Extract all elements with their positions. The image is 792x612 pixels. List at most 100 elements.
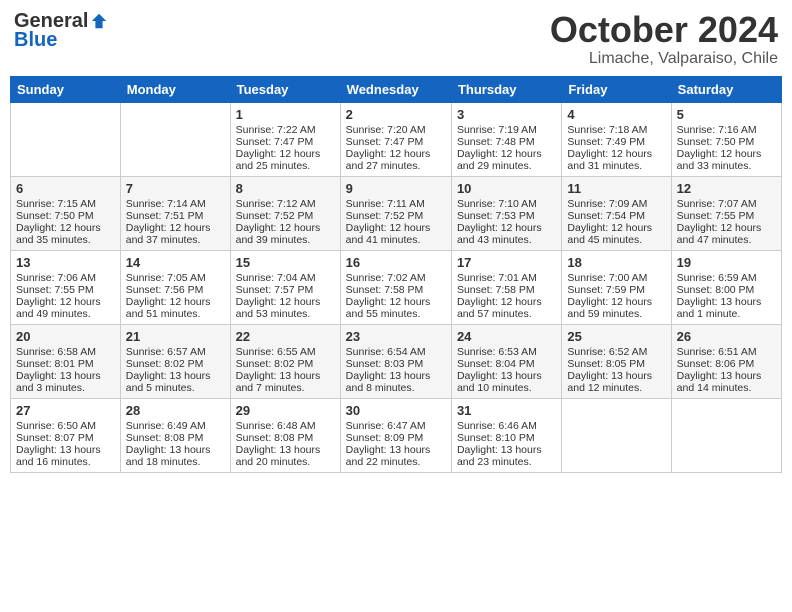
calendar-cell [11,102,121,176]
sunrise-text: Sunrise: 6:58 AM [16,346,96,358]
day-number: 2 [346,107,446,122]
daylight-text: Daylight: 13 hours and 8 minutes. [346,370,431,394]
daylight-text: Daylight: 12 hours and 57 minutes. [457,296,542,320]
sunrise-text: Sunrise: 7:22 AM [236,124,316,136]
calendar-cell: 22Sunrise: 6:55 AMSunset: 8:02 PMDayligh… [230,324,340,398]
sunset-text: Sunset: 8:10 PM [457,432,535,444]
daylight-text: Daylight: 13 hours and 1 minute. [677,296,762,320]
day-number: 21 [126,329,225,344]
calendar-cell: 28Sunrise: 6:49 AMSunset: 8:08 PMDayligh… [120,398,230,472]
day-number: 31 [457,403,556,418]
daylight-text: Daylight: 13 hours and 7 minutes. [236,370,321,394]
sunrise-text: Sunrise: 6:46 AM [457,420,537,432]
sunrise-text: Sunrise: 7:09 AM [567,198,647,210]
day-number: 8 [236,181,335,196]
calendar-cell: 31Sunrise: 6:46 AMSunset: 8:10 PMDayligh… [451,398,561,472]
calendar-header-friday: Friday [562,76,671,102]
sunset-text: Sunset: 7:58 PM [457,284,535,296]
calendar-cell: 12Sunrise: 7:07 AMSunset: 7:55 PMDayligh… [671,176,781,250]
day-number: 22 [236,329,335,344]
sunset-text: Sunset: 8:05 PM [567,358,645,370]
day-number: 29 [236,403,335,418]
sunset-text: Sunset: 7:55 PM [16,284,94,296]
calendar-cell [562,398,671,472]
sunrise-text: Sunrise: 6:57 AM [126,346,206,358]
sunrise-text: Sunrise: 7:19 AM [457,124,537,136]
calendar-header-saturday: Saturday [671,76,781,102]
day-number: 23 [346,329,446,344]
sunset-text: Sunset: 7:47 PM [346,136,424,148]
logo-blue-text: Blue [14,29,57,52]
calendar-week-row: 1 Sunrise: 7:22 AM Sunset: 7:47 PM Daylight… [11,102,782,176]
calendar-cell [120,102,230,176]
sunset-text: Sunset: 8:06 PM [677,358,755,370]
day-number: 13 [16,255,115,270]
calendar-cell: 10Sunrise: 7:10 AMSunset: 7:53 PMDayligh… [451,176,561,250]
calendar-header-tuesday: Tuesday [230,76,340,102]
calendar-cell: 14Sunrise: 7:05 AMSunset: 7:56 PMDayligh… [120,250,230,324]
day-number: 17 [457,255,556,270]
calendar-header-wednesday: Wednesday [340,76,451,102]
sunset-text: Sunset: 7:58 PM [346,284,424,296]
sunset-text: Sunset: 8:03 PM [346,358,424,370]
day-number: 1 [236,107,335,122]
daylight-text: Daylight: 12 hours and 25 minutes. [236,148,321,172]
calendar-week-row: 20 Sunrise: 6:58 AMSunset: 8:01 PM Dayligh… [11,324,782,398]
sunrise-text: Sunrise: 7:16 AM [677,124,757,136]
subtitle: Limache, Valparaiso, Chile [550,50,778,68]
daylight-text: Daylight: 12 hours and 41 minutes. [346,222,431,246]
calendar-cell: 3Sunrise: 7:19 AMSunset: 7:48 PMDaylight… [451,102,561,176]
calendar-table: SundayMondayTuesdayWednesdayThursdayFrid… [10,76,782,473]
sunrise-text: Sunrise: 7:10 AM [457,198,537,210]
sunset-text: Sunset: 7:50 PM [16,210,94,222]
sunset-text: Sunset: 7:57 PM [236,284,314,296]
sunset-text: Sunset: 7:52 PM [346,210,424,222]
sunrise-text: Sunrise: 6:47 AM [346,420,426,432]
calendar-cell: 11Sunrise: 7:09 AMSunset: 7:54 PMDayligh… [562,176,671,250]
daylight-text: Daylight: 12 hours and 29 minutes. [457,148,542,172]
day-number: 18 [567,255,665,270]
sunset-text: Sunset: 8:02 PM [236,358,314,370]
calendar-cell: 25Sunrise: 6:52 AMSunset: 8:05 PMDayligh… [562,324,671,398]
daylight-text: Daylight: 12 hours and 35 minutes. [16,222,101,246]
sunset-text: Sunset: 8:09 PM [346,432,424,444]
sunrise-text: Sunrise: 6:48 AM [236,420,316,432]
logo-icon [90,12,108,30]
calendar-cell: 26Sunrise: 6:51 AMSunset: 8:06 PMDayligh… [671,324,781,398]
day-number: 12 [677,181,776,196]
sunset-text: Sunset: 8:00 PM [677,284,755,296]
day-number: 14 [126,255,225,270]
sunset-text: Sunset: 7:48 PM [457,136,535,148]
sunrise-text: Sunrise: 7:12 AM [236,198,316,210]
daylight-text: Daylight: 13 hours and 22 minutes. [346,444,431,468]
calendar-week-row: 27Sunrise: 6:50 AMSunset: 8:07 PMDayligh… [11,398,782,472]
sunset-text: Sunset: 8:04 PM [457,358,535,370]
sunrise-text: Sunrise: 7:20 AM [346,124,426,136]
day-number: 7 [126,181,225,196]
daylight-text: Daylight: 12 hours and 33 minutes. [677,148,762,172]
calendar-cell: 30Sunrise: 6:47 AMSunset: 8:09 PMDayligh… [340,398,451,472]
calendar-cell: 16Sunrise: 7:02 AMSunset: 7:58 PMDayligh… [340,250,451,324]
day-number: 20 [16,329,115,344]
calendar-cell: 1Sunrise: 7:22 AMSunset: 7:47 PMDaylight… [230,102,340,176]
calendar-cell [671,398,781,472]
calendar-cell: 9Sunrise: 7:11 AMSunset: 7:52 PMDaylight… [340,176,451,250]
page-header: General Blue October 2024 Limache, Valpa… [10,10,782,68]
sunrise-text: Sunrise: 6:51 AM [677,346,757,358]
day-number: 11 [567,181,665,196]
sunset-text: Sunset: 7:50 PM [677,136,755,148]
daylight-text: Daylight: 12 hours and 47 minutes. [677,222,762,246]
sunset-text: Sunset: 7:56 PM [126,284,204,296]
day-number: 28 [126,403,225,418]
daylight-text: Daylight: 13 hours and 5 minutes. [126,370,211,394]
day-number: 5 [677,107,776,122]
calendar-cell: 29Sunrise: 6:48 AMSunset: 8:08 PMDayligh… [230,398,340,472]
day-number: 15 [236,255,335,270]
calendar-cell: 27Sunrise: 6:50 AMSunset: 8:07 PMDayligh… [11,398,121,472]
calendar-header-thursday: Thursday [451,76,561,102]
sunset-text: Sunset: 8:01 PM [16,358,94,370]
sunrise-text: Sunrise: 7:15 AM [16,198,96,210]
calendar-week-row: 6Sunrise: 7:15 AMSunset: 7:50 PMDaylight… [11,176,782,250]
daylight-text: Daylight: 12 hours and 53 minutes. [236,296,321,320]
day-number: 27 [16,403,115,418]
